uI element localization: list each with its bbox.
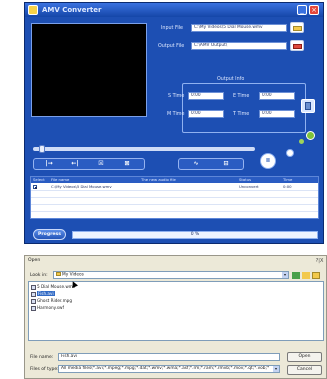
settings-button[interactable]: ⊟ xyxy=(215,159,237,171)
file-name-value: Fish.avi xyxy=(61,354,78,359)
back-icon[interactable] xyxy=(292,272,300,279)
row-divider xyxy=(31,211,318,212)
file-name: 5 Dial Mouse.wmv xyxy=(37,284,76,289)
pause-button[interactable]: II xyxy=(260,153,276,169)
column-status[interactable]: Status xyxy=(239,177,251,183)
convert-button[interactable] xyxy=(306,131,315,140)
row-divider xyxy=(31,190,318,191)
input-file-label: Input File xyxy=(161,26,183,31)
s-time-label: S Time xyxy=(168,94,185,99)
file-name-input[interactable]: Fish.avi xyxy=(58,353,280,361)
file-browser-list: 5 Dial Mouse.wmv Fish.avi Ghost Rider.mp… xyxy=(28,281,324,341)
app-icon xyxy=(28,5,38,15)
video-file-icon xyxy=(31,291,36,297)
column-file-name[interactable]: File name xyxy=(51,177,69,183)
folder-icon xyxy=(293,44,302,49)
list-item[interactable]: 5 Dial Mouse.wmv xyxy=(31,284,75,290)
m-time-field[interactable]: 0:00 xyxy=(188,110,224,118)
flash-file-icon xyxy=(31,305,36,311)
progress-button[interactable]: Progress xyxy=(33,229,66,240)
chevron-down-icon: ▾ xyxy=(282,272,288,278)
e-time-label: E Time xyxy=(233,94,250,99)
look-in-label: Look in: xyxy=(30,273,48,278)
window-title: AMV Converter xyxy=(42,6,102,14)
list-header: Select File name The new audio file Stat… xyxy=(31,177,318,183)
column-select[interactable]: Select xyxy=(33,177,45,183)
file-name: Ghost Rider.mpg xyxy=(37,298,72,303)
output-file-label: Output File xyxy=(158,44,185,49)
open-button[interactable]: Open xyxy=(287,352,322,362)
audio-button[interactable]: ∿ xyxy=(185,159,207,171)
folder-icon xyxy=(293,26,302,31)
video-file-icon xyxy=(31,298,36,304)
mark-start-button[interactable]: |→ xyxy=(38,159,60,171)
folder-icon xyxy=(56,272,61,276)
file-name-label: File name: xyxy=(30,355,54,360)
video-preview xyxy=(31,23,147,117)
progress-bar: 0 % xyxy=(72,231,318,239)
look-in-select[interactable]: My Videos ▾ xyxy=(53,271,289,279)
chevron-down-icon: ▾ xyxy=(273,366,279,372)
file-type-value: All media files(*.avi;*.mpeg;*.mpg;*.dat… xyxy=(61,366,270,371)
seek-bar[interactable] xyxy=(33,145,255,153)
t-time-label: T Time xyxy=(233,112,250,117)
file-type-select[interactable]: All media files(*.avi;*.mpeg;*.mpg;*.dat… xyxy=(58,365,280,373)
output-info-group xyxy=(182,83,306,133)
output-info-title: Output Info xyxy=(215,77,247,82)
mark-end-button[interactable]: ←| xyxy=(64,159,86,171)
browse-output-button[interactable] xyxy=(290,40,304,51)
dialog-help-close[interactable]: ?|X xyxy=(315,257,324,265)
effects-toolbar: ∿ ⊟ xyxy=(178,158,244,170)
seek-thumb[interactable] xyxy=(39,145,45,153)
look-in-value: My Videos xyxy=(62,272,84,278)
edit-toolbar: |→ ←| ☒ ⊠ xyxy=(33,158,145,170)
clip-settings-button[interactable] xyxy=(301,99,315,113)
open-dialog: Open ?|X Look in: My Videos ▾ 5 Dial Mou… xyxy=(24,255,327,379)
file-name: Harmony.swf xyxy=(37,305,64,310)
t-time-field[interactable]: 0:00 xyxy=(259,110,295,118)
pause-icon: II xyxy=(266,158,270,164)
column-time[interactable]: Time xyxy=(283,177,292,183)
list-item[interactable]: Fish.avi xyxy=(31,291,55,297)
video-file-icon xyxy=(31,284,36,290)
list-item[interactable]: Ghost Rider.mpg xyxy=(31,298,72,304)
e-time-field[interactable]: 0:00 xyxy=(259,92,295,100)
close-button[interactable]: × xyxy=(309,5,319,15)
progress-percent: 0 % xyxy=(190,232,200,237)
status-light-icon xyxy=(299,139,304,144)
row-divider xyxy=(31,204,318,205)
m-time-label: M Time xyxy=(167,112,185,117)
output-file-field[interactable]: C:\AMV Output\ xyxy=(191,42,287,50)
browse-input-button[interactable] xyxy=(290,22,304,33)
column-audio-file[interactable]: The new audio file xyxy=(141,177,176,183)
s-time-field[interactable]: 0:00 xyxy=(188,92,224,100)
cancel-button[interactable]: Cancel xyxy=(287,365,322,375)
file-type-label: Files of type: xyxy=(30,367,59,372)
volume-knob[interactable] xyxy=(286,149,294,157)
file-list: Select File name The new audio file Stat… xyxy=(30,176,319,219)
file-name: Fish.avi xyxy=(37,291,55,296)
title-bar[interactable]: AMV Converter _ × xyxy=(25,3,323,17)
row-divider xyxy=(31,197,318,198)
up-folder-icon[interactable] xyxy=(302,272,310,279)
snapshot-button[interactable]: ⊠ xyxy=(116,159,138,171)
minimize-button[interactable]: _ xyxy=(297,5,307,15)
crop-button[interactable]: ☒ xyxy=(90,159,112,171)
row-checkbox[interactable] xyxy=(33,185,37,189)
list-item[interactable]: Harmony.swf xyxy=(31,305,64,311)
new-folder-icon[interactable] xyxy=(312,272,320,279)
dialog-title: Open xyxy=(25,256,326,266)
input-file-field[interactable]: C:\My Videos\5 Dial Mouse.wmv xyxy=(191,24,287,32)
